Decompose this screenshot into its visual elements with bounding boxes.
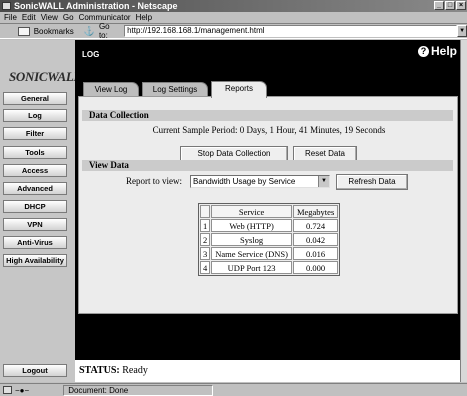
- row-index: 3: [200, 247, 211, 260]
- sidebar: SONICWALL General Log Filter Tools Acces…: [0, 40, 81, 382]
- connection-icon: −●−: [15, 385, 30, 395]
- status-line: STATUS: Ready: [75, 360, 460, 382]
- minimize-button[interactable]: _: [434, 1, 444, 10]
- status-label: STATUS:: [79, 365, 120, 376]
- vertical-scrollbar[interactable]: [460, 40, 467, 382]
- title-bar: SonicWALL Administration - Netscape _ □ …: [0, 0, 467, 12]
- table-header-megabytes: Megabytes: [292, 205, 339, 218]
- row-service: Name Service (DNS): [211, 247, 292, 260]
- window-title: SonicWALL Administration - Netscape: [14, 1, 178, 11]
- url-dropdown-button[interactable]: ▼: [457, 25, 467, 37]
- page-frame: SONICWALL General Log Filter Tools Acces…: [0, 40, 460, 382]
- nav-tools[interactable]: Tools: [3, 146, 67, 159]
- menu-help[interactable]: Help: [136, 12, 152, 23]
- menu-go[interactable]: Go: [63, 12, 74, 23]
- sample-period-text: Current Sample Period: 0 Days, 1 Hour, 4…: [152, 125, 386, 135]
- logout-button[interactable]: Logout: [3, 364, 67, 377]
- nav-vpn[interactable]: VPN: [3, 218, 67, 231]
- security-icon[interactable]: [3, 386, 12, 394]
- row-service: Syslog: [211, 233, 292, 246]
- refresh-data-button[interactable]: Refresh Data: [336, 174, 408, 190]
- help-label: Help: [431, 44, 458, 58]
- url-input[interactable]: http://192.168.168.1/management.html: [124, 25, 458, 37]
- nav-general[interactable]: General: [3, 92, 67, 105]
- app-icon: [2, 2, 11, 10]
- nav-advanced[interactable]: Advanced: [3, 182, 67, 195]
- tab-view-log[interactable]: View Log: [83, 82, 139, 97]
- table-header-row: Service Megabytes: [200, 205, 339, 218]
- row-megabytes: 0.724: [292, 219, 339, 232]
- table-row: 1 Web (HTTP) 0.724: [200, 219, 339, 232]
- table-row: 4 UDP Port 123 0.000: [200, 261, 339, 274]
- nav-log[interactable]: Log: [3, 109, 67, 122]
- nav-access[interactable]: Access: [3, 164, 67, 177]
- menu-bar: File Edit View Go Communicator Help: [0, 12, 467, 23]
- close-button[interactable]: ×: [456, 1, 466, 10]
- report-to-view-label: Report to view:: [126, 176, 182, 186]
- menu-edit[interactable]: Edit: [22, 12, 36, 23]
- sonicwall-logo: SONICWALL: [9, 69, 82, 84]
- table-header-index: [200, 205, 211, 218]
- row-megabytes: 0.042: [292, 233, 339, 246]
- page-title: LOG: [82, 50, 100, 59]
- help-link[interactable]: ? Help: [418, 44, 457, 58]
- data-collection-heading: Data Collection: [82, 110, 453, 121]
- bookmarks-icon[interactable]: [18, 26, 30, 36]
- bookmarks-label[interactable]: Bookmarks: [34, 27, 74, 36]
- row-index: 1: [200, 219, 211, 232]
- main-content: LOG ? Help View Log Log Settings Reports…: [75, 40, 460, 382]
- table-header-service: Service: [211, 205, 292, 218]
- reports-panel: Data Collection Current Sample Period: 0…: [78, 96, 458, 314]
- maximize-button[interactable]: □: [445, 1, 455, 10]
- goto-label: Go to:: [98, 22, 110, 40]
- menu-view[interactable]: View: [41, 12, 58, 23]
- table-row: 3 Name Service (DNS) 0.016: [200, 247, 339, 260]
- row-index: 4: [200, 261, 211, 274]
- table-row: 2 Syslog 0.042: [200, 233, 339, 246]
- browser-window: SonicWALL Administration - Netscape _ □ …: [0, 0, 467, 396]
- nav-high-availability[interactable]: High Availability: [3, 254, 67, 267]
- nav-filter[interactable]: Filter: [3, 127, 67, 140]
- row-index: 2: [200, 233, 211, 246]
- location-bar: Bookmarks ⚓ Go to: http://192.168.168.1/…: [0, 22, 467, 40]
- nav-dhcp[interactable]: DHCP: [3, 200, 67, 213]
- view-data-heading: View Data: [82, 160, 453, 171]
- browser-status-bar: −●− Document: Done: [0, 383, 467, 396]
- row-service: Web (HTTP): [211, 219, 292, 232]
- nav-anti-virus[interactable]: Anti-Virus: [3, 236, 67, 249]
- report-select[interactable]: Bandwidth Usage by Service ▼: [190, 175, 330, 188]
- status-text: Ready: [122, 365, 148, 376]
- row-megabytes: 0.016: [292, 247, 339, 260]
- report-select-value: Bandwidth Usage by Service: [193, 177, 296, 186]
- row-megabytes: 0.000: [292, 261, 339, 274]
- status-bar-text: Document: Done: [63, 384, 214, 396]
- row-service: UDP Port 123: [211, 261, 292, 274]
- bandwidth-table: Service Megabytes 1 Web (HTTP) 0.724 2 S…: [198, 203, 341, 276]
- menu-file[interactable]: File: [4, 12, 17, 23]
- tab-log-settings[interactable]: Log Settings: [142, 82, 208, 97]
- tab-reports[interactable]: Reports: [211, 81, 267, 98]
- chevron-down-icon[interactable]: ▼: [318, 176, 329, 187]
- help-icon: ?: [418, 45, 429, 57]
- page-proxy-icon[interactable]: ⚓: [84, 26, 95, 37]
